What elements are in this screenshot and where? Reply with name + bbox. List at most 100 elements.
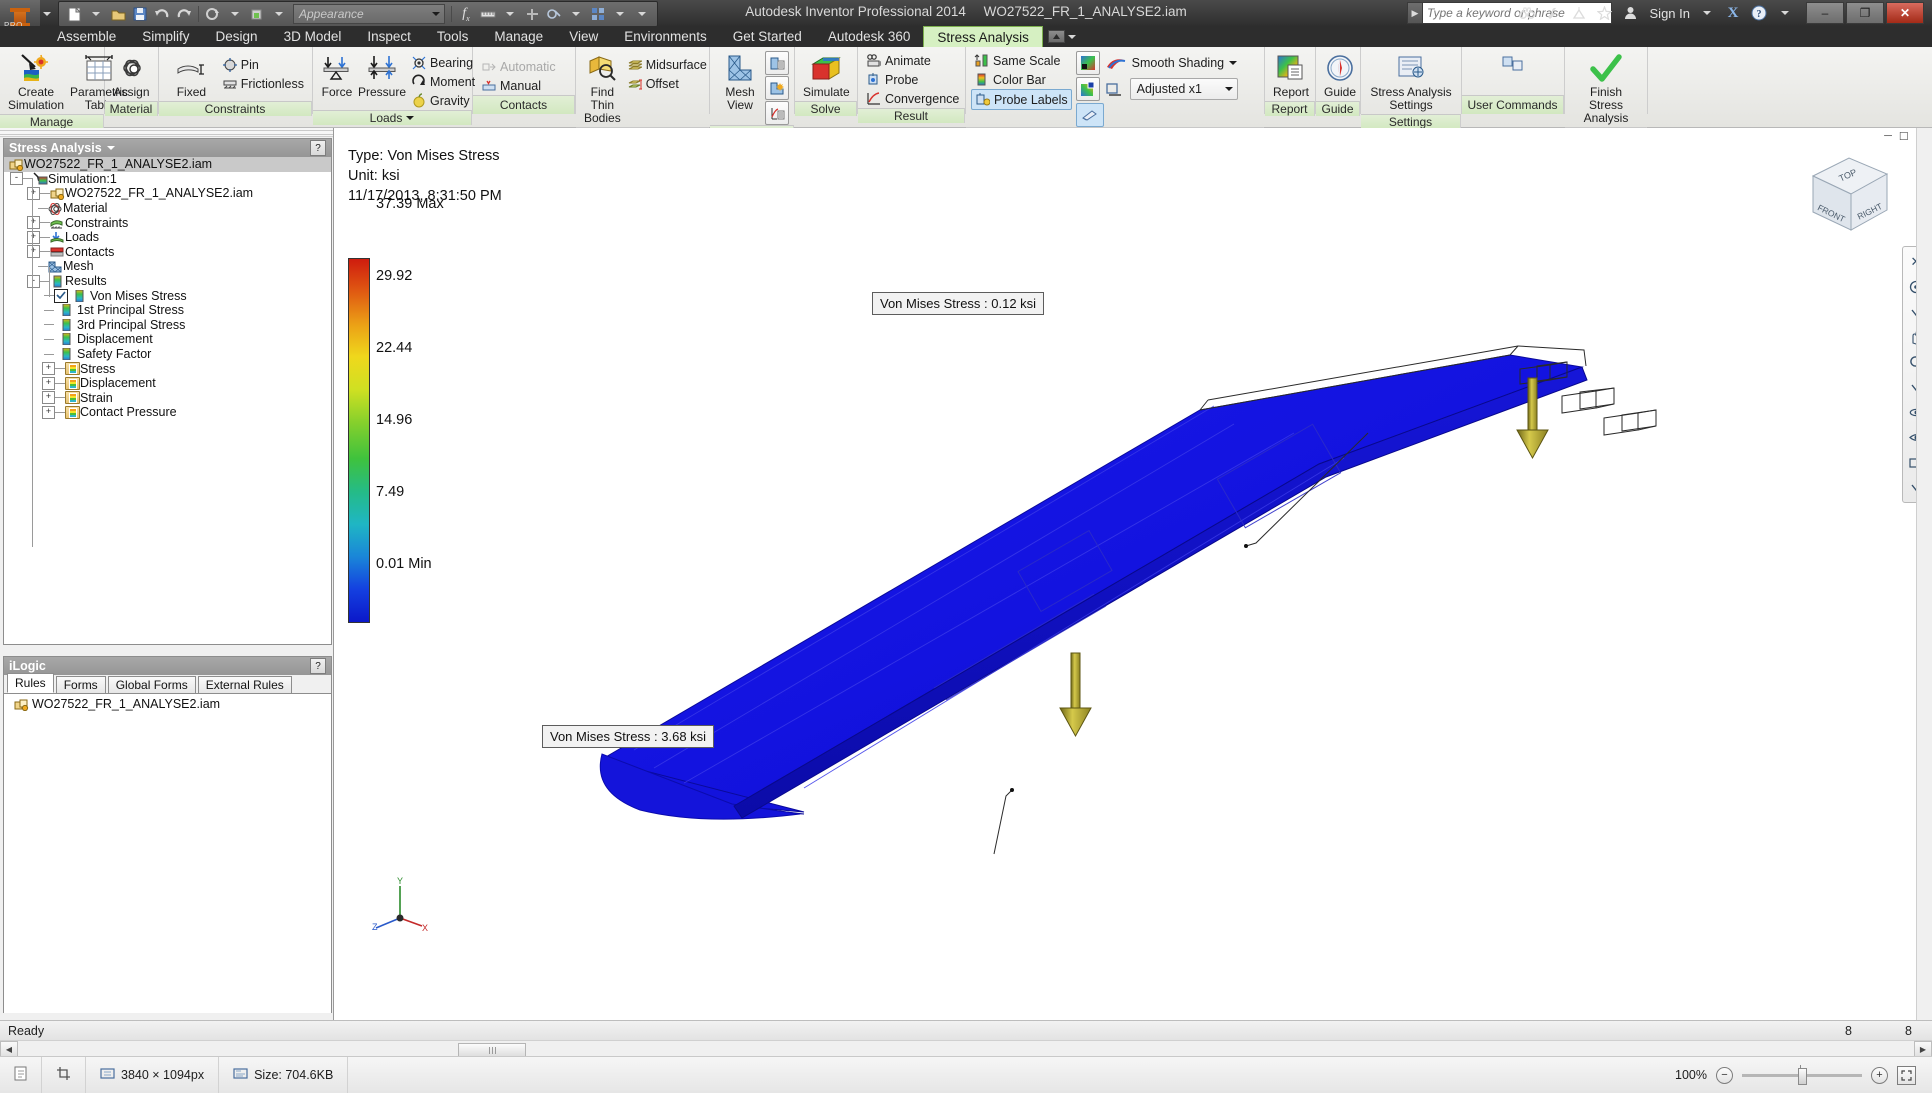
favorites-star-icon[interactable] bbox=[1596, 4, 1614, 22]
view-cube[interactable]: TOP FRONT RIGHT bbox=[1805, 150, 1895, 238]
expander-icon[interactable]: + bbox=[27, 245, 40, 258]
qat-overflow-icon[interactable] bbox=[631, 3, 653, 25]
dock-grip[interactable] bbox=[0, 128, 333, 137]
wrench-icon[interactable] bbox=[1544, 4, 1562, 22]
tree-node-results[interactable]: - Results bbox=[4, 274, 331, 289]
convergence-button[interactable]: Convergence bbox=[863, 89, 962, 108]
von-mises-checkbox[interactable] bbox=[54, 289, 68, 303]
tree-node-contact-pressure-folder[interactable]: + Contact Pressure bbox=[4, 405, 331, 420]
redo-icon[interactable] bbox=[173, 3, 195, 25]
ilogic-tab-global-forms[interactable]: Global Forms bbox=[108, 676, 196, 693]
tab-design[interactable]: Design bbox=[203, 26, 271, 47]
browser-dropdown-icon[interactable] bbox=[107, 146, 115, 150]
parameters-icon[interactable] bbox=[543, 3, 565, 25]
expander-icon[interactable]: + bbox=[42, 362, 55, 375]
expander-icon[interactable]: + bbox=[27, 216, 40, 229]
frictionless-constraint-button[interactable]: Frictionless bbox=[219, 74, 307, 93]
tab-manage[interactable]: Manage bbox=[481, 26, 556, 47]
midsurface-button[interactable]: Midsurface bbox=[624, 55, 710, 74]
tree-node-1st-principal[interactable]: 1st Principal Stress bbox=[4, 303, 331, 318]
expander-icon[interactable]: - bbox=[10, 172, 23, 185]
new-dropdown-icon[interactable] bbox=[85, 3, 107, 25]
tab-inspect[interactable]: Inspect bbox=[354, 26, 424, 47]
loads-panel-dropdown-icon[interactable] bbox=[406, 116, 414, 120]
model-geometry[interactable] bbox=[334, 128, 1932, 1020]
ilogic-tab-external-rules[interactable]: External Rules bbox=[198, 676, 292, 693]
material-dropdown-icon[interactable] bbox=[268, 3, 290, 25]
update-icon[interactable] bbox=[202, 3, 224, 25]
probe-label-2[interactable]: Von Mises Stress : 3.68 ksi bbox=[542, 725, 714, 748]
ilogic-tab-forms[interactable]: Forms bbox=[56, 676, 106, 693]
mesh-settings-icon[interactable] bbox=[765, 51, 789, 75]
bottom-new-doc-cell[interactable] bbox=[0, 1057, 42, 1093]
zoom-in-icon[interactable]: + bbox=[1871, 1067, 1888, 1084]
restore-button[interactable]: ❐ bbox=[1846, 2, 1884, 24]
fixed-constraint-button[interactable]: Fixed bbox=[164, 50, 219, 101]
mesh-local-control-icon[interactable] bbox=[765, 76, 789, 100]
gravity-load-button[interactable]: Gravity bbox=[408, 91, 478, 110]
sign-in-dropdown-icon[interactable] bbox=[1698, 4, 1716, 22]
smooth-shading-label[interactable]: Smooth Shading bbox=[1132, 56, 1224, 70]
tree-node-displacement-folder[interactable]: + Displacement bbox=[4, 376, 331, 391]
expander-icon[interactable]: + bbox=[42, 377, 55, 390]
horizontal-scrollbar[interactable]: ◀ ▶ bbox=[0, 1040, 1932, 1057]
scroll-track[interactable] bbox=[18, 1042, 1914, 1057]
tab-3d-model[interactable]: 3D Model bbox=[271, 26, 355, 47]
assign-material-button[interactable]: Assign bbox=[110, 50, 153, 101]
chevron-down-icon[interactable] bbox=[432, 12, 440, 16]
tree-node-displacement-result[interactable]: Displacement bbox=[4, 332, 331, 347]
shading-dropdown-icon[interactable] bbox=[1229, 61, 1237, 65]
color-bar-button[interactable]: Color Bar bbox=[971, 70, 1072, 89]
fullscreen-icon[interactable] bbox=[1897, 1066, 1916, 1085]
tree-node-strain-folder[interactable]: + Strain bbox=[4, 391, 331, 406]
bearing-load-button[interactable]: Bearing bbox=[408, 53, 478, 72]
scroll-left-icon[interactable]: ◀ bbox=[0, 1041, 18, 1058]
parameters-dropdown-icon[interactable] bbox=[565, 3, 587, 25]
tab-assemble[interactable]: Assemble bbox=[44, 26, 129, 47]
moment-load-button[interactable]: Moment bbox=[408, 72, 478, 91]
scroll-right-icon[interactable]: ▶ bbox=[1914, 1041, 1932, 1058]
tree-node-constraints[interactable]: + Constraints bbox=[4, 215, 331, 230]
tab-environments[interactable]: Environments bbox=[611, 26, 720, 47]
probe-label-1[interactable]: Von Mises Stress : 0.12 ksi bbox=[872, 292, 1044, 315]
browser-help-icon[interactable]: ? bbox=[310, 140, 326, 156]
tab-tools[interactable]: Tools bbox=[424, 26, 482, 47]
help-dropdown-icon[interactable] bbox=[1776, 4, 1794, 22]
manual-contacts-button[interactable]: Manual bbox=[478, 76, 559, 95]
automatic-contacts-button[interactable]: Automatic bbox=[478, 57, 559, 76]
minimize-button[interactable]: – bbox=[1806, 2, 1844, 24]
zoom-slider-knob[interactable] bbox=[1798, 1068, 1807, 1085]
tree-node-von-mises[interactable]: Von Mises Stress bbox=[4, 288, 331, 303]
chevron-down-icon[interactable] bbox=[1068, 35, 1076, 39]
update-dropdown-icon[interactable] bbox=[224, 3, 246, 25]
deformation-scale-combo[interactable]: Adjusted x1 bbox=[1130, 78, 1238, 100]
brush-icon[interactable] bbox=[1076, 103, 1104, 127]
tab-get-started[interactable]: Get Started bbox=[720, 26, 815, 47]
zoom-slider[interactable] bbox=[1742, 1074, 1862, 1077]
measure-dropdown-icon[interactable] bbox=[499, 3, 521, 25]
satellite-icon[interactable] bbox=[1570, 4, 1588, 22]
finish-stress-analysis-button[interactable]: Finish Stress Analysis bbox=[1570, 50, 1642, 127]
add-icon[interactable] bbox=[521, 3, 543, 25]
mesh-view-button[interactable]: Mesh View bbox=[715, 50, 765, 114]
ilogic-list-item[interactable]: WO27522_FR_1_ANALYSE2.iam bbox=[4, 697, 331, 712]
guide-button[interactable]: Guide bbox=[1321, 50, 1359, 101]
find-thin-bodies-button[interactable]: Find Thin Bodies bbox=[581, 50, 624, 127]
tab-view[interactable]: View bbox=[556, 26, 611, 47]
ribbon-minimize-icon[interactable] bbox=[1048, 30, 1065, 43]
maximum-value-icon[interactable] bbox=[1076, 77, 1100, 101]
window-icon[interactable] bbox=[587, 3, 609, 25]
material-icon[interactable] bbox=[246, 3, 268, 25]
tree-node-contacts[interactable]: + Contacts bbox=[4, 245, 331, 260]
sign-in-button[interactable]: Sign In bbox=[1650, 6, 1690, 21]
expander-icon[interactable]: - bbox=[27, 275, 40, 288]
user-account-icon[interactable] bbox=[1622, 4, 1640, 22]
chevron-down-icon[interactable] bbox=[1225, 87, 1233, 91]
probe-button[interactable]: Probe bbox=[863, 70, 962, 89]
search-binoculars-icon[interactable] bbox=[1518, 4, 1536, 22]
tree-node-root[interactable]: WO27522_FR_1_ANALYSE2.iam bbox=[4, 157, 331, 172]
force-load-button[interactable]: Force bbox=[318, 50, 356, 101]
simulate-button[interactable]: Simulate bbox=[800, 50, 853, 101]
ribbon-display-options[interactable] bbox=[1043, 26, 1081, 47]
new-icon[interactable] bbox=[63, 3, 85, 25]
